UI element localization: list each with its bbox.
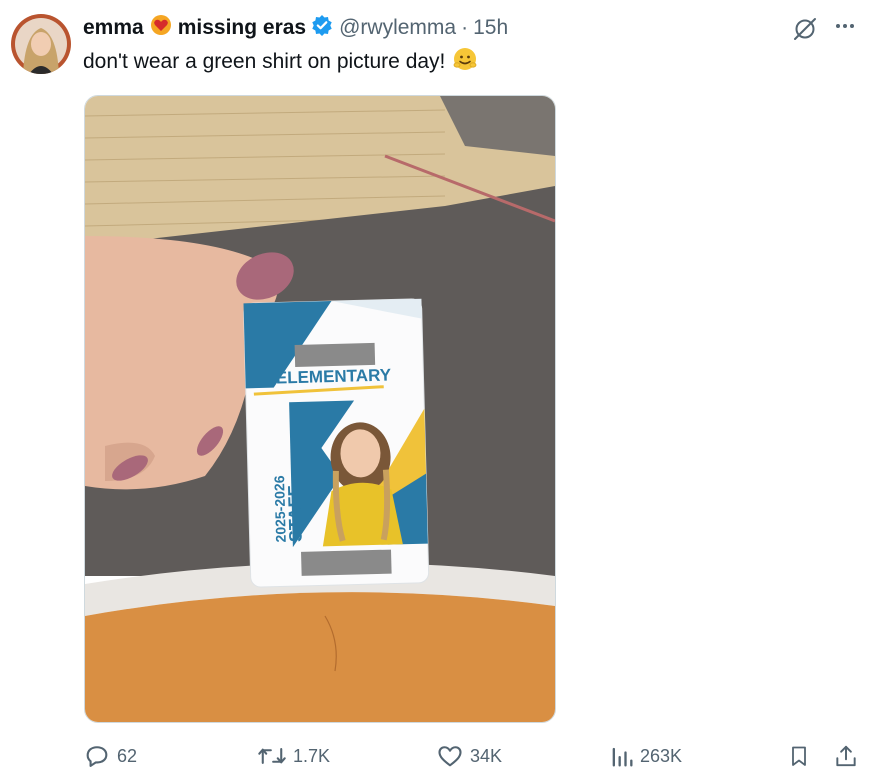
views-button[interactable]: 263K <box>610 740 682 772</box>
retweet-button[interactable]: 1.7K <box>257 740 330 772</box>
display-name[interactable]: emma <box>83 16 144 40</box>
views-count: 263K <box>640 745 683 766</box>
reply-icon <box>86 746 108 767</box>
verified-icon <box>311 14 333 42</box>
bookmark-button[interactable] <box>787 740 817 772</box>
retweet-icon <box>258 748 286 764</box>
tweet-header: emma missing eras @rwylemma · 15h <box>83 14 508 42</box>
timestamp[interactable]: 15h <box>473 16 508 40</box>
badge-school: ELEMENTARY <box>276 365 392 387</box>
views-icon <box>612 747 633 767</box>
reply-count: 62 <box>117 745 138 766</box>
heart-emoji-icon <box>150 14 172 42</box>
heart-icon <box>438 746 462 767</box>
more-icon[interactable] <box>833 14 857 43</box>
badge-role: STAFF <box>284 485 305 542</box>
smile-emoji-icon <box>452 46 478 78</box>
tweet-text: don't wear a green shirt on picture day! <box>83 50 446 73</box>
like-count: 34K <box>470 745 503 766</box>
reply-button[interactable]: 62 <box>83 740 137 772</box>
grok-icon[interactable] <box>792 16 818 47</box>
separator: · <box>461 16 469 39</box>
tweet-text-row: don't wear a green shirt on picture day! <box>83 46 478 78</box>
retweet-count: 1.7K <box>293 745 331 766</box>
avatar[interactable] <box>11 14 71 74</box>
share-icon <box>836 745 856 767</box>
action-bar: 62 1.7K 34K 263K <box>0 740 872 772</box>
bookmark-icon <box>792 746 806 766</box>
tweet-media-image[interactable]: ELEMENTARY 2025-2026 STAFF <box>84 95 556 723</box>
display-name-extra[interactable]: missing eras <box>178 16 306 40</box>
like-button[interactable]: 34K <box>436 740 502 772</box>
handle[interactable]: @rwylemma <box>339 16 456 40</box>
share-button[interactable] <box>833 740 865 772</box>
